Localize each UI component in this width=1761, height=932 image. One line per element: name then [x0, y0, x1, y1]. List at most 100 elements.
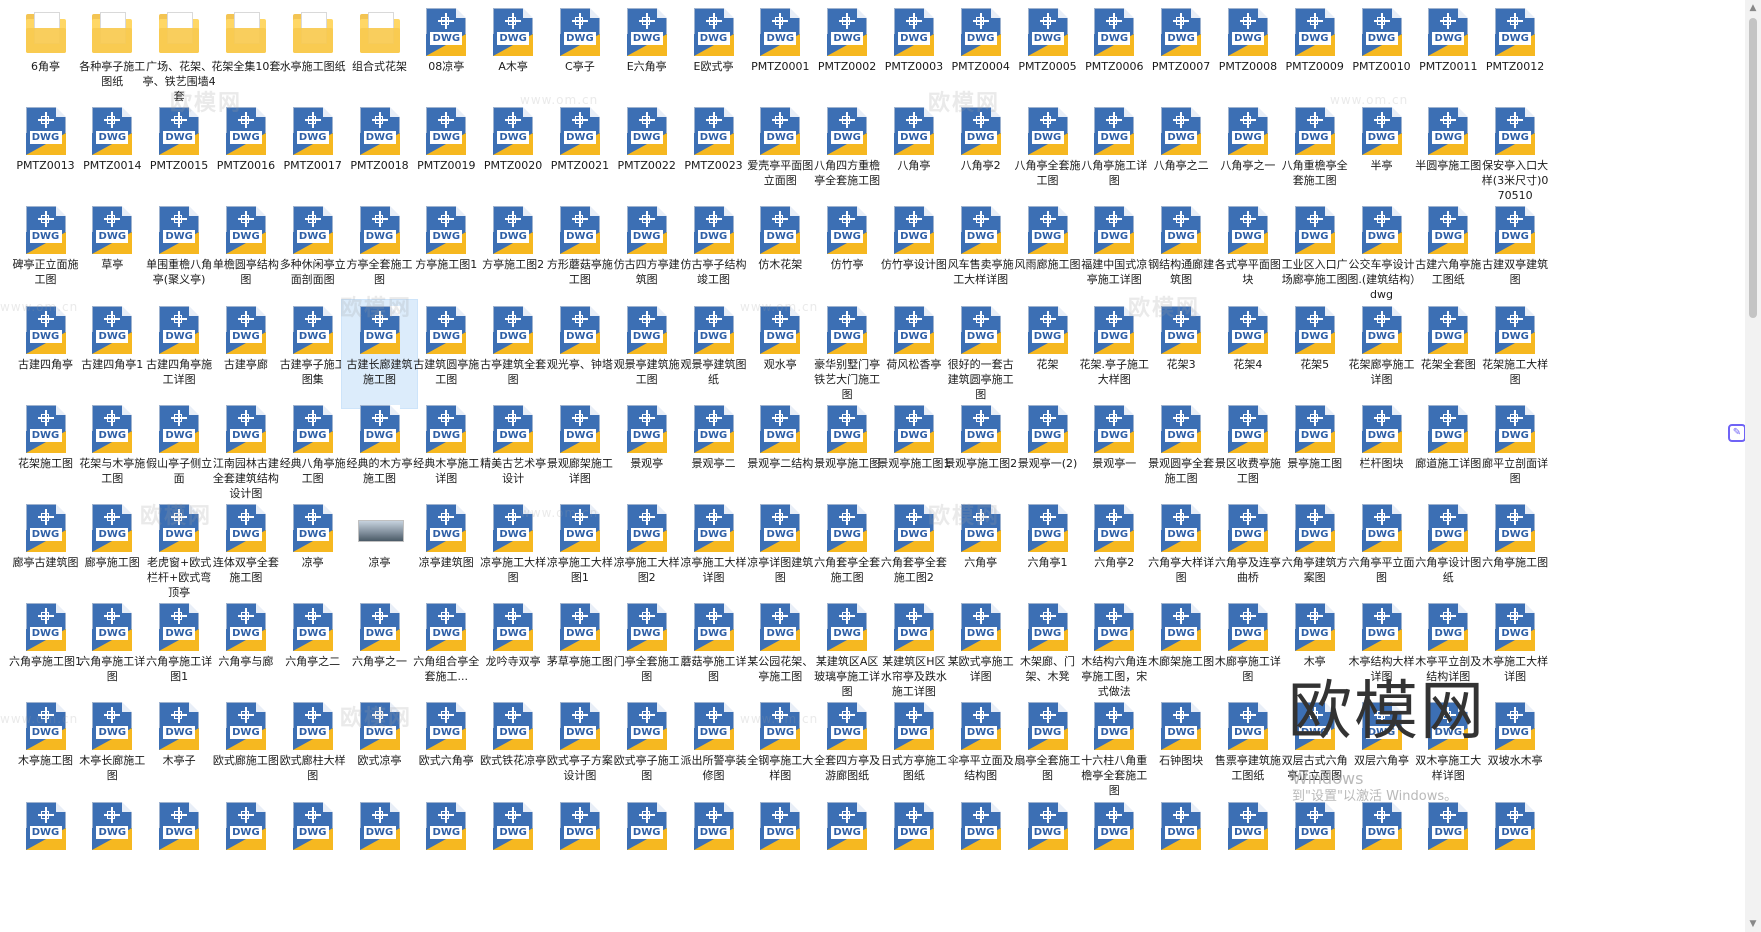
- file-item[interactable]: DWG 六角亭及连亭曲桥: [1210, 498, 1285, 606]
- file-item[interactable]: DWG 八角重檐亭全套施工图: [1277, 101, 1352, 209]
- file-item[interactable]: DWG 栏杆图块: [1344, 399, 1419, 507]
- file-item[interactable]: DWG E欧式亭: [676, 2, 751, 110]
- file-item[interactable]: DWG: [342, 796, 417, 904]
- file-item[interactable]: DWG: [542, 796, 617, 904]
- file-item[interactable]: DWG 凉亭: [275, 498, 350, 606]
- file-item[interactable]: 凉亭: [342, 498, 417, 606]
- file-item[interactable]: DWG PMTZ0009: [1277, 2, 1352, 110]
- file-item[interactable]: DWG 08凉亭: [409, 2, 484, 110]
- file-item[interactable]: DWG 花架施工大样图: [1478, 300, 1553, 408]
- file-item[interactable]: DWG 欧式亭子方案设计图: [542, 696, 617, 804]
- file-item[interactable]: DWG PMTZ0007: [1144, 2, 1219, 110]
- file-item[interactable]: DWG 八角亭: [876, 101, 951, 209]
- file-item[interactable]: 广场、花架、亭、铁艺围墙4套: [142, 2, 217, 110]
- file-item[interactable]: DWG 八角亭全套施工图: [1010, 101, 1085, 209]
- file-item[interactable]: DWG PMTZ0023: [676, 101, 751, 209]
- file-item[interactable]: DWG 欧式亭子施工图: [609, 696, 684, 804]
- file-item[interactable]: DWG 凉亭施工大样图: [476, 498, 551, 606]
- file-item[interactable]: DWG 爱壳亭平面图立面图: [743, 101, 818, 209]
- file-item[interactable]: DWG 日式方亭施工图纸: [876, 696, 951, 804]
- file-item[interactable]: DWG 景观亭二结构: [743, 399, 818, 507]
- file-item[interactable]: DWG 木廊亭施工详图: [1210, 597, 1285, 705]
- file-item[interactable]: DWG 六角亭施工图1: [8, 597, 83, 705]
- file-item[interactable]: DWG 蘑菇亭施工详图: [676, 597, 751, 705]
- file-item[interactable]: 水亭施工图纸: [275, 2, 350, 110]
- file-item[interactable]: DWG 保安亭入口大样(3米尺寸)070510: [1478, 101, 1553, 209]
- file-item[interactable]: DWG PMTZ0008: [1210, 2, 1285, 110]
- file-item[interactable]: DWG 精美古艺术亭设计: [476, 399, 551, 507]
- file-item[interactable]: DWG: [8, 796, 83, 904]
- file-item[interactable]: DWG 凉亭施工大样图2: [609, 498, 684, 606]
- file-item[interactable]: DWG: [1144, 796, 1219, 904]
- file-item[interactable]: DWG: [676, 796, 751, 904]
- scrollbar-thumb[interactable]: [1749, 18, 1757, 318]
- file-item[interactable]: DWG 风车售卖亭施工大样详图: [943, 200, 1018, 308]
- scroll-down-arrow-icon[interactable]: ▼: [1745, 916, 1761, 932]
- file-item[interactable]: DWG 仿木花架: [743, 200, 818, 308]
- file-item[interactable]: DWG 六角亭建筑方案图: [1277, 498, 1352, 606]
- file-item[interactable]: DWG: [609, 796, 684, 904]
- file-item[interactable]: DWG 木亭长廊施工图: [75, 696, 150, 804]
- file-item[interactable]: DWG 观景亭建筑图纸: [676, 300, 751, 408]
- file-item[interactable]: DWG 十六柱八角重檐亭全套施工图: [1077, 696, 1152, 804]
- file-item[interactable]: DWG 某建筑区H区水帘亭及跌水施工详图: [876, 597, 951, 705]
- file-item[interactable]: DWG 福建中国式凉亭施工详图: [1077, 200, 1152, 308]
- file-item[interactable]: DWG 仿古亭子结构竣工图: [676, 200, 751, 308]
- file-item[interactable]: DWG 江南园林古建全套建筑结构设计图: [208, 399, 283, 507]
- file-item[interactable]: DWG: [275, 796, 350, 904]
- file-item[interactable]: DWG 景观亭一(2): [1010, 399, 1085, 507]
- file-item[interactable]: DWG 六角套亭全套施工图2: [876, 498, 951, 606]
- file-item[interactable]: DWG PMTZ0016: [208, 101, 283, 209]
- file-item[interactable]: DWG 单檐圆亭结构图: [208, 200, 283, 308]
- file-item[interactable]: DWG 古建四角亭施工详图: [142, 300, 217, 408]
- file-item[interactable]: DWG: [142, 796, 217, 904]
- file-item[interactable]: DWG 花架全套图: [1411, 300, 1486, 408]
- file-item[interactable]: DWG: [1344, 796, 1419, 904]
- file-item[interactable]: DWG PMTZ0017: [275, 101, 350, 209]
- file-item[interactable]: DWG 古建六角亭施工图纸: [1411, 200, 1486, 308]
- file-item[interactable]: DWG 古建四角亭1: [75, 300, 150, 408]
- file-item[interactable]: DWG 木结构六角连亭施工图，宋式做法: [1077, 597, 1152, 705]
- file-item[interactable]: DWG PMTZ0005: [1010, 2, 1085, 110]
- file-item[interactable]: DWG 六角亭大样详图: [1144, 498, 1219, 606]
- file-item[interactable]: DWG PMTZ0004: [943, 2, 1018, 110]
- file-item[interactable]: DWG 多种休闲亭立面剖面图: [275, 200, 350, 308]
- file-item[interactable]: DWG 六角亭之二: [275, 597, 350, 705]
- file-item[interactable]: DWG: [75, 796, 150, 904]
- file-item[interactable]: DWG 门亭全套施工图: [609, 597, 684, 705]
- file-item[interactable]: 花架全集10套: [208, 2, 283, 110]
- file-item[interactable]: DWG 景亭施工图: [1277, 399, 1352, 507]
- file-item[interactable]: DWG 六角亭2: [1077, 498, 1152, 606]
- file-item[interactable]: DWG 扇亭全套施工图: [1010, 696, 1085, 804]
- file-item[interactable]: DWG 经典木亭施工详图: [409, 399, 484, 507]
- file-item[interactable]: DWG 欧式铁花凉亭: [476, 696, 551, 804]
- file-item[interactable]: DWG: [876, 796, 951, 904]
- file-item[interactable]: DWG 全钢亭施工大样图: [743, 696, 818, 804]
- file-item[interactable]: DWG 半亭: [1344, 101, 1419, 209]
- file-item[interactable]: DWG PMTZ0022: [609, 101, 684, 209]
- file-item[interactable]: DWG 六角亭与廊: [208, 597, 283, 705]
- file-item[interactable]: DWG: [1411, 796, 1486, 904]
- file-item[interactable]: DWG 古建长廊建筑施工图: [341, 298, 418, 409]
- file-item[interactable]: DWG 花架.亭子施工大样图: [1077, 300, 1152, 408]
- file-item[interactable]: DWG 景观亭二: [676, 399, 751, 507]
- file-item[interactable]: DWG 花架: [1010, 300, 1085, 408]
- vertical-scrollbar[interactable]: ▲ ▼: [1745, 0, 1761, 932]
- file-item[interactable]: DWG 钢结构通廊建筑图: [1144, 200, 1219, 308]
- file-item[interactable]: DWG 碑亭正立面施工图: [8, 200, 83, 308]
- file-item[interactable]: DWG 工业区入口广场廊亭施工图: [1277, 200, 1352, 308]
- file-item[interactable]: DWG PMTZ0015: [142, 101, 217, 209]
- file-item[interactable]: 组合式花架: [342, 2, 417, 110]
- side-quick-action-icon[interactable]: ✎: [1728, 424, 1746, 442]
- file-item[interactable]: DWG 仿竹亭设计图: [876, 200, 951, 308]
- file-item[interactable]: DWG 六角亭平立面图: [1344, 498, 1419, 606]
- file-item[interactable]: DWG 花架与木亭施工图: [75, 399, 150, 507]
- file-item[interactable]: DWG 仿古四方亭建筑图: [609, 200, 684, 308]
- file-item[interactable]: DWG 售票亭建筑施工图纸: [1210, 696, 1285, 804]
- file-item[interactable]: DWG 景观亭: [609, 399, 684, 507]
- file-item[interactable]: DWG 景观圆亭全套施工图: [1144, 399, 1219, 507]
- file-item[interactable]: DWG 八角亭施工详图: [1077, 101, 1152, 209]
- file-item[interactable]: DWG PMTZ0013: [8, 101, 83, 209]
- file-item[interactable]: DWG 某公园花架、亭施工图: [743, 597, 818, 705]
- file-item[interactable]: DWG 景观亭一: [1077, 399, 1152, 507]
